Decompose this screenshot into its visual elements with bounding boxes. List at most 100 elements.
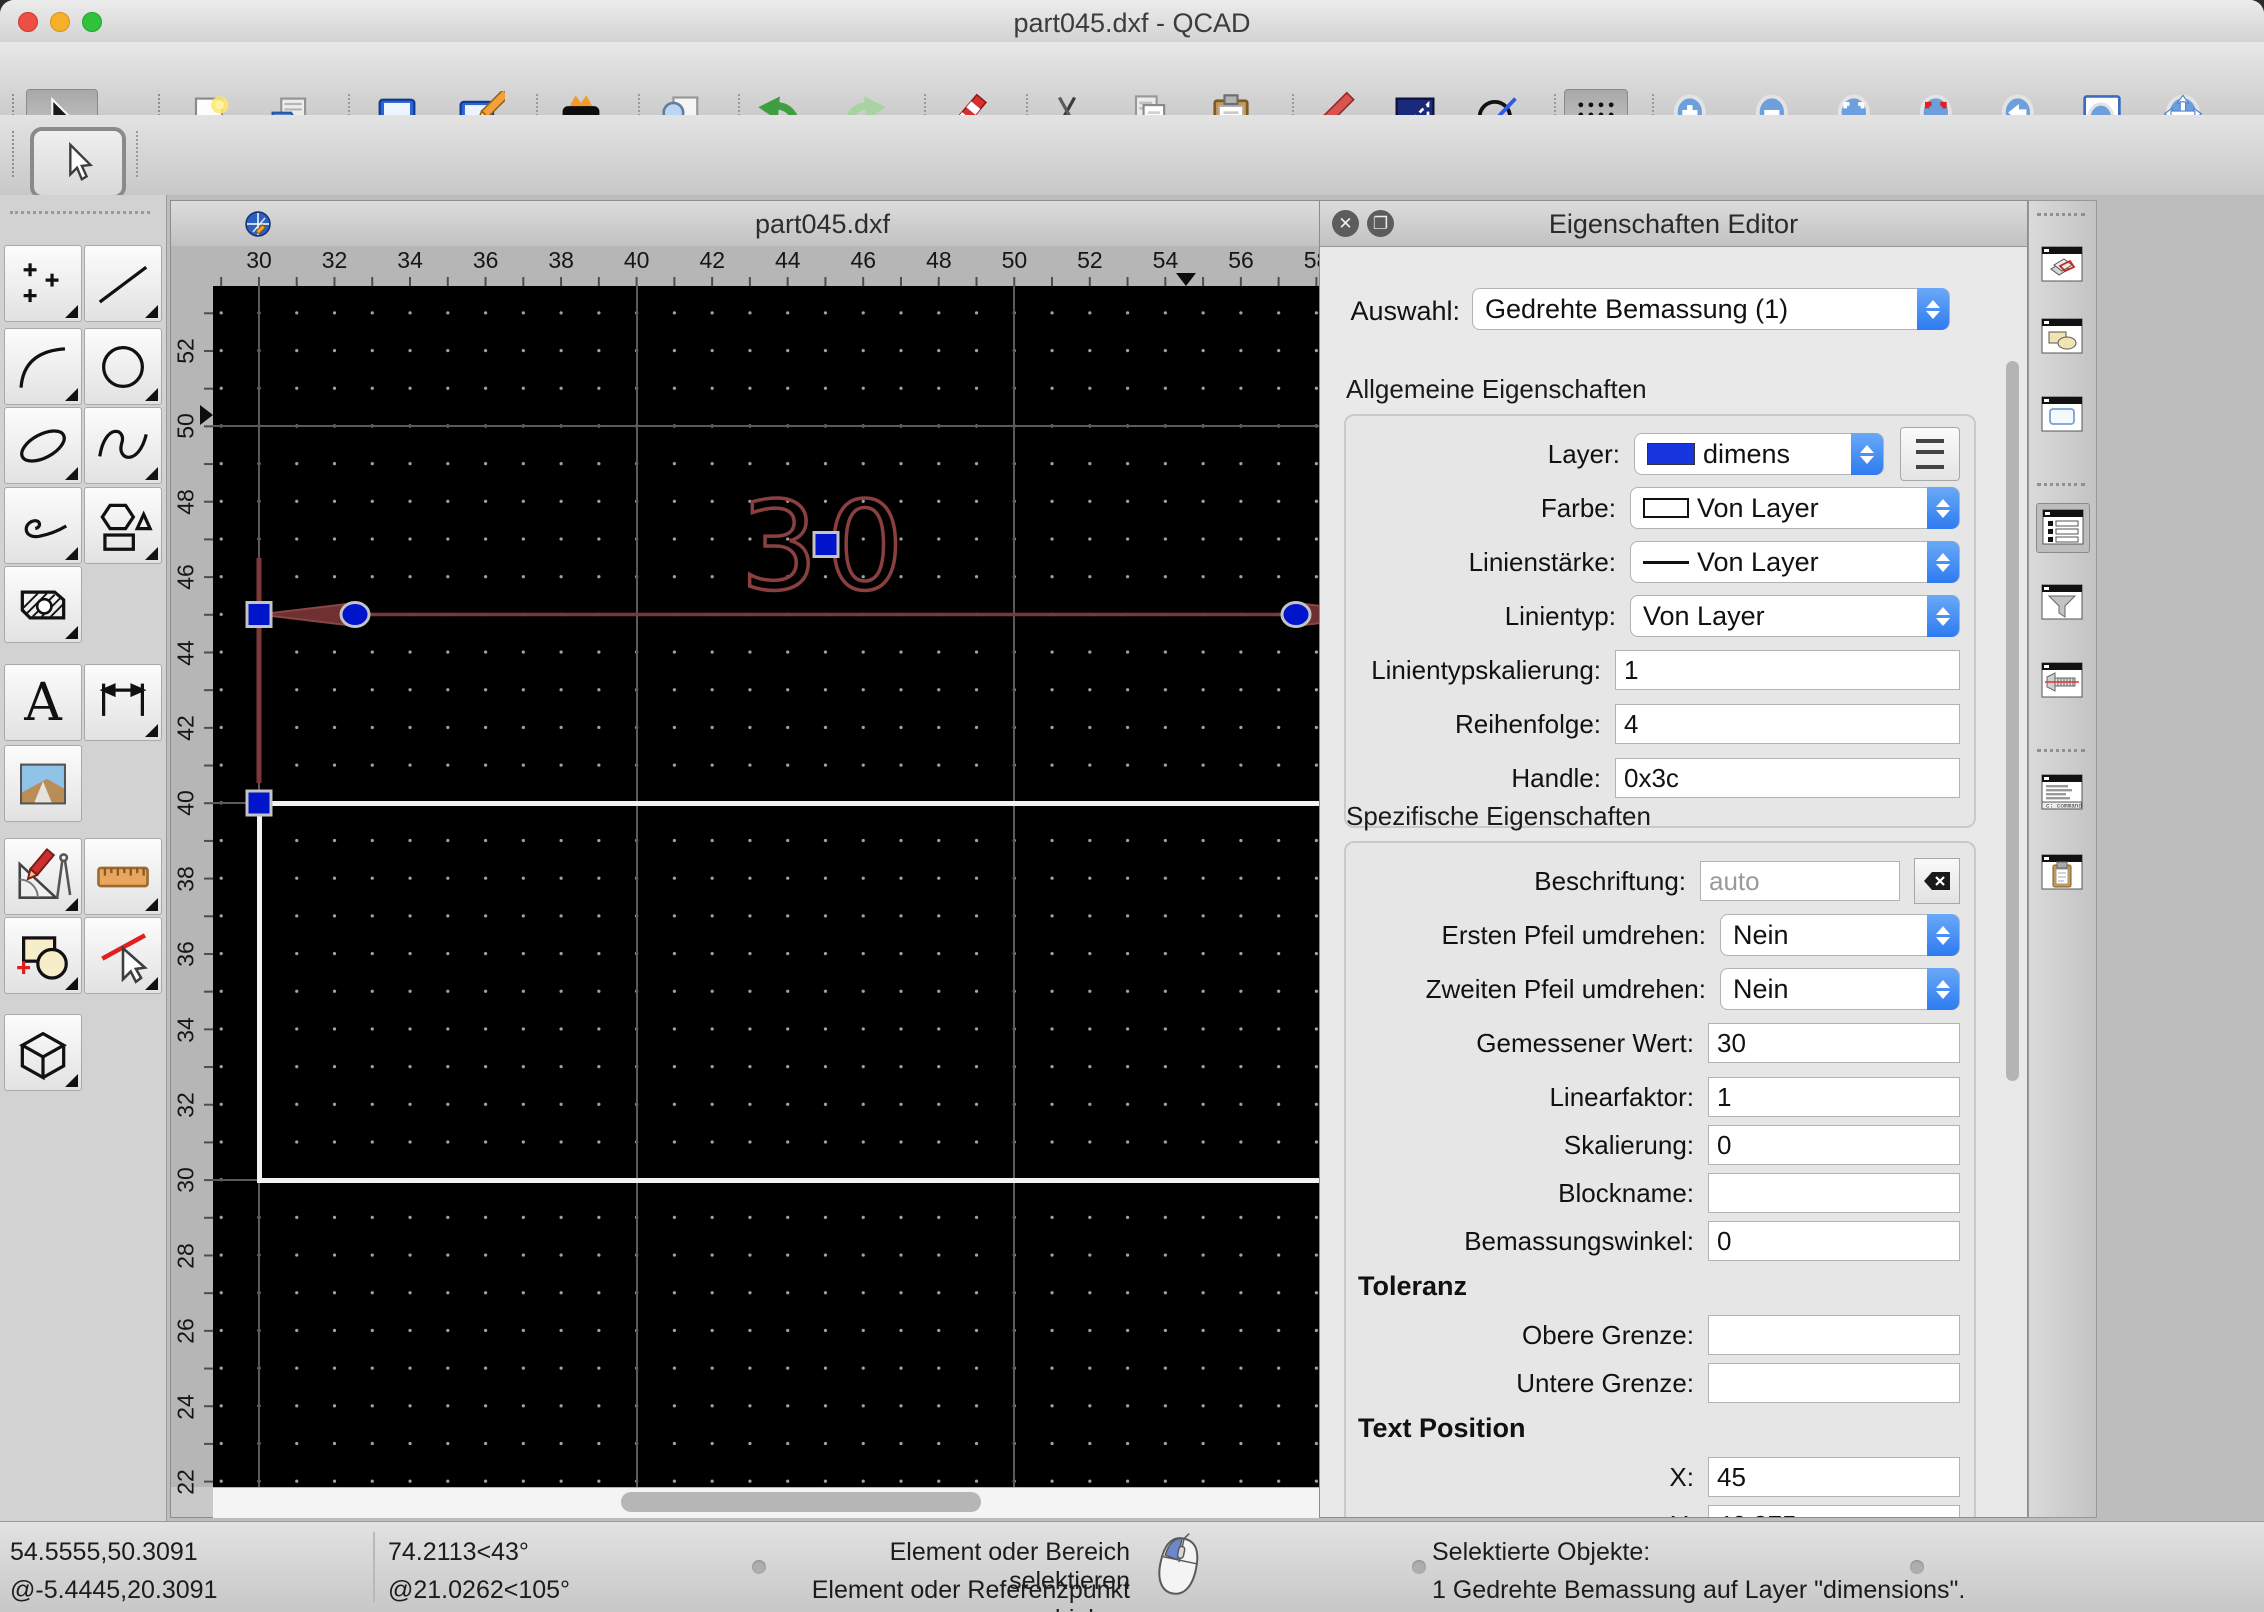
stepper-icon[interactable] bbox=[1851, 433, 1883, 475]
drawing-canvas[interactable]: 30 bbox=[213, 286, 1453, 1487]
ruler-top-label: 36 bbox=[472, 247, 499, 273]
property-input[interactable] bbox=[1708, 1173, 1960, 1213]
property-input[interactable] bbox=[1708, 1315, 1960, 1355]
property-combobox[interactable]: Nein bbox=[1720, 968, 1960, 1010]
property-row: Linearfaktor: bbox=[1356, 1077, 1960, 1117]
dock-separator bbox=[2037, 749, 2085, 752]
property-label: Blockname: bbox=[1558, 1177, 1694, 1208]
relative-coordinate: @-5.4445,20.3091 bbox=[10, 1576, 218, 1604]
layer-list-toggle[interactable] bbox=[2036, 241, 2088, 289]
property-row: Farbe: Von Layer bbox=[1356, 487, 1960, 529]
property-editor-toggle[interactable] bbox=[2036, 503, 2090, 553]
property-label: Zweiten Pfeil umdrehen: bbox=[1425, 973, 1706, 1004]
selected-objects-label: Selektierte Objekte: bbox=[1432, 1538, 1651, 1566]
ruler-left-label: 50 bbox=[172, 413, 199, 440]
panel-scroll-thumb[interactable] bbox=[2006, 361, 2019, 1081]
handle-arrow-1[interactable] bbox=[339, 601, 371, 628]
property-combobox[interactable]: Nein bbox=[1720, 914, 1960, 956]
shape-tools-button[interactable] bbox=[84, 487, 162, 564]
clear-input-button[interactable] bbox=[1914, 858, 1960, 904]
property-input[interactable] bbox=[1708, 1077, 1960, 1117]
spline-tools-button[interactable] bbox=[84, 407, 162, 484]
dock-drag-handle[interactable] bbox=[2037, 213, 2085, 216]
info-tools-button[interactable] bbox=[84, 838, 162, 915]
palette-drag-handle[interactable] bbox=[10, 211, 150, 214]
measurement-toggle[interactable] bbox=[2036, 657, 2088, 705]
solid-tools-button[interactable] bbox=[4, 1014, 82, 1091]
document-window: part045.dxf 30 32 34 36 38 40 42 44 46 48 50 52 54 56… bbox=[170, 200, 1475, 1518]
property-row: Untere Grenze: bbox=[1356, 1363, 1960, 1403]
command-line-toggle[interactable]: c: command bbox=[2036, 769, 2088, 817]
property-row: Linienstärke: Von Layer bbox=[1356, 541, 1960, 583]
dimension-entity-layer[interactable]: 30 bbox=[213, 286, 1453, 1487]
status-dot bbox=[1412, 1560, 1426, 1574]
property-input[interactable] bbox=[1615, 758, 1960, 798]
ruler-left-label: 28 bbox=[172, 1243, 199, 1269]
handle-extension-origin-1[interactable] bbox=[245, 789, 273, 817]
ruler-left-label: 26 bbox=[172, 1318, 199, 1344]
block-list-toggle[interactable] bbox=[2036, 313, 2088, 361]
stepper-icon[interactable] bbox=[1927, 487, 1959, 529]
property-label: Linientypskalierung: bbox=[1371, 654, 1601, 685]
property-input[interactable] bbox=[1615, 704, 1960, 744]
library-browser-icon bbox=[2041, 396, 2083, 432]
property-label: Farbe: bbox=[1540, 492, 1616, 523]
hatch-tools-button[interactable] bbox=[4, 566, 82, 643]
polyline-tools-button[interactable] bbox=[4, 487, 82, 564]
property-editor-panel: ✕ ❐ Eigenschaften Editor Auswahl: Gedreh… bbox=[1319, 200, 2028, 1518]
document-titlebar[interactable]: part045.dxf bbox=[171, 201, 1474, 247]
stepper-icon[interactable] bbox=[1927, 914, 1959, 956]
text-tool-button[interactable]: A bbox=[4, 664, 82, 741]
circle-tools-button[interactable] bbox=[84, 328, 162, 405]
ruler-top-label: 46 bbox=[850, 247, 877, 273]
stepper-icon[interactable] bbox=[1927, 595, 1959, 637]
property-input[interactable] bbox=[1708, 1221, 1960, 1261]
selection-filter-toggle[interactable] bbox=[2036, 579, 2088, 627]
handle-text-position[interactable] bbox=[812, 531, 840, 558]
property-label: Obere Grenze: bbox=[1522, 1319, 1694, 1350]
selection-combobox[interactable]: Gedrehte Bemassung (1) bbox=[1472, 288, 1950, 330]
property-input[interactable] bbox=[1708, 1023, 1960, 1063]
stepper-icon[interactable] bbox=[1927, 541, 1959, 583]
property-input[interactable] bbox=[1615, 650, 1960, 690]
stepper-icon[interactable] bbox=[1927, 968, 1959, 1010]
ellipse-tools-button[interactable] bbox=[4, 407, 82, 484]
point-tools-button[interactable] bbox=[4, 245, 82, 322]
ruler-top-label: 34 bbox=[397, 247, 423, 273]
canvas-horizontal-scrollbar[interactable] bbox=[213, 1487, 1325, 1518]
dock-separator bbox=[2037, 483, 2085, 486]
property-combobox[interactable]: Von Layer bbox=[1630, 487, 1960, 529]
mouse-icon bbox=[1158, 1533, 1199, 1595]
handle-dimline-start[interactable] bbox=[245, 601, 273, 628]
ruler-top-label: 52 bbox=[1077, 247, 1103, 273]
property-input[interactable] bbox=[1708, 1363, 1960, 1403]
property-input[interactable] bbox=[1708, 1505, 1960, 1517]
property-combobox[interactable]: dimens bbox=[1634, 433, 1884, 475]
property-input[interactable] bbox=[1700, 861, 1900, 901]
property-input[interactable] bbox=[1708, 1125, 1960, 1165]
snap-tools-button[interactable] bbox=[84, 917, 162, 994]
arc-tools-button[interactable] bbox=[4, 328, 82, 405]
toolbar-drag-handle[interactable] bbox=[12, 131, 14, 177]
property-combobox[interactable]: Von Layer bbox=[1630, 541, 1960, 583]
active-selection-tool-button[interactable] bbox=[30, 127, 126, 199]
modify-tools-button[interactable] bbox=[4, 917, 82, 994]
line-tools-button[interactable] bbox=[84, 245, 162, 322]
draft-tools-button[interactable] bbox=[4, 838, 82, 915]
property-input[interactable] bbox=[1708, 1457, 1960, 1497]
handle-arrow-2[interactable] bbox=[1280, 601, 1312, 628]
image-tool-button[interactable] bbox=[4, 745, 82, 822]
library-browser-toggle[interactable] bbox=[2036, 391, 2088, 439]
property-combobox[interactable]: Von Layer bbox=[1630, 595, 1960, 637]
stepper-icon[interactable] bbox=[1917, 288, 1949, 330]
ruler-top-label: 56 bbox=[1228, 247, 1254, 273]
clipboard-panel-icon bbox=[2041, 854, 2083, 890]
dimension-tools-button[interactable] bbox=[84, 664, 162, 741]
layer-menu-button[interactable] bbox=[1900, 427, 1960, 481]
ruler-corner bbox=[171, 246, 213, 286]
clipboard-viewer-toggle[interactable] bbox=[2036, 849, 2088, 897]
submenu-indicator bbox=[145, 977, 158, 990]
property-subheading: Text Position bbox=[1358, 1413, 1526, 1443]
property-row: Reihenfolge: bbox=[1356, 704, 1960, 744]
horizontal-scroll-thumb[interactable] bbox=[621, 1492, 981, 1512]
